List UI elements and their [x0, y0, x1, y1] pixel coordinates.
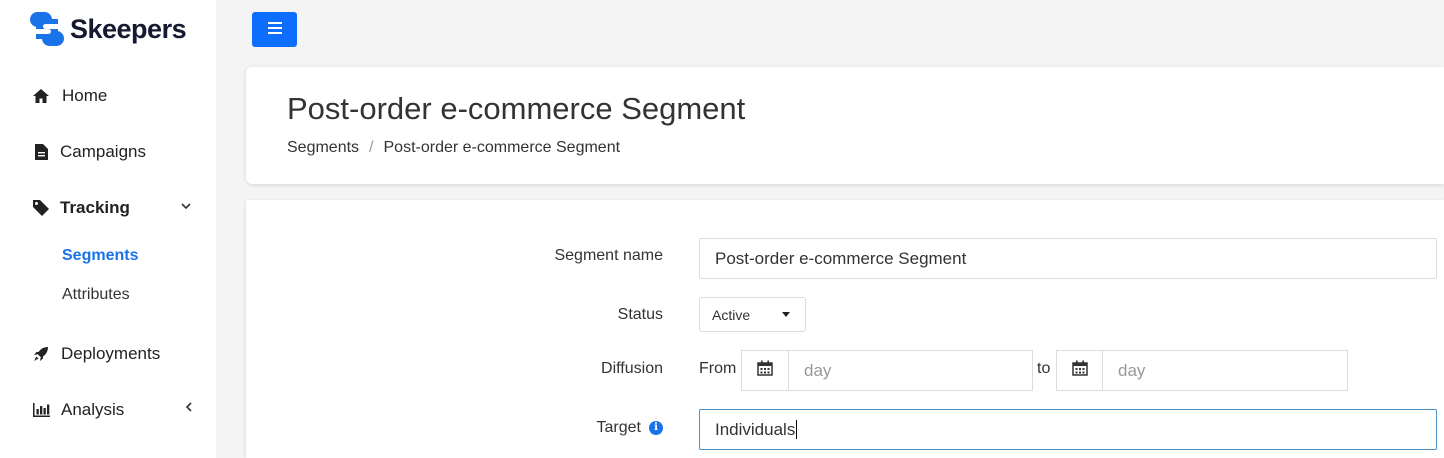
status-label: Status: [617, 306, 663, 323]
hamburger-icon: [267, 21, 282, 39]
caret-down-icon: [782, 312, 790, 317]
logo-text: Skeepers: [70, 13, 187, 44]
sidebar-item-campaigns[interactable]: Campaigns: [32, 142, 146, 162]
sidebar-item-deployments[interactable]: Deployments: [32, 344, 160, 364]
bar-chart-icon: [32, 401, 50, 419]
diffusion-label: Diffusion: [601, 360, 663, 377]
segment-name-input[interactable]: Post-order e-commerce Segment: [699, 238, 1437, 279]
sidebar: Skeepers Home Campaigns Tracking Segment…: [0, 0, 216, 458]
target-input[interactable]: Individuals: [699, 409, 1437, 450]
menu-toggle-button[interactable]: [252, 12, 297, 47]
page-title: Post-order e-commerce Segment: [287, 91, 746, 126]
sidebar-item-label: Home: [62, 86, 108, 105]
breadcrumb: Segments / Post-order e-commerce Segment: [287, 139, 620, 157]
sidebar-item-tracking[interactable]: Tracking: [32, 198, 130, 218]
chevron-down-icon[interactable]: [181, 198, 191, 213]
diffusion-to-label: to: [1037, 360, 1051, 377]
sidebar-item-label: Campaigns: [60, 142, 146, 161]
target-value: Individuals: [715, 419, 796, 439]
status-select-value: Active: [712, 306, 751, 323]
target-label: Target i: [597, 419, 663, 437]
sidebar-item-attributes[interactable]: Attributes: [62, 286, 130, 304]
sidebar-item-label: Deployments: [61, 344, 161, 363]
info-icon[interactable]: i: [649, 420, 663, 435]
breadcrumb-item-current: Post-order e-commerce Segment: [383, 139, 621, 156]
tag-icon: [32, 199, 50, 217]
breadcrumb-item-segments[interactable]: Segments: [287, 139, 359, 157]
segment-name-value: Post-order e-commerce Segment: [715, 248, 967, 268]
document-icon: [32, 143, 50, 161]
segment-name-label: Segment name: [554, 247, 663, 264]
sidebar-item-analysis[interactable]: Analysis: [32, 400, 124, 420]
status-select[interactable]: Active: [699, 297, 806, 332]
to-date-placeholder: day: [1118, 360, 1146, 380]
logo[interactable]: Skeepers: [30, 12, 187, 46]
to-date-calendar-button[interactable]: [1056, 350, 1103, 391]
from-date-placeholder: day: [804, 360, 832, 380]
from-date-calendar-button[interactable]: [741, 350, 788, 391]
home-icon: [32, 87, 50, 105]
chevron-left-icon[interactable]: [185, 400, 193, 415]
calendar-icon: [757, 360, 773, 381]
text-cursor: [796, 420, 798, 439]
sidebar-item-label: Analysis: [61, 400, 125, 419]
target-label-text: Target: [596, 419, 641, 436]
sidebar-item-segments[interactable]: Segments: [62, 247, 138, 265]
to-date-input[interactable]: day: [1102, 350, 1348, 391]
sidebar-item-home[interactable]: Home: [32, 86, 107, 106]
from-date-input[interactable]: day: [788, 350, 1033, 391]
calendar-icon: [1072, 360, 1088, 381]
breadcrumb-separator: /: [369, 139, 374, 156]
rocket-icon: [32, 345, 50, 363]
diffusion-from-label: From: [699, 360, 737, 377]
page-header: Post-order e-commerce Segment Segments /…: [246, 67, 1444, 184]
sidebar-item-label: Tracking: [60, 198, 130, 217]
skeepers-logo-icon: [30, 12, 64, 46]
segment-form: Segment name Post-order e-commerce Segme…: [246, 200, 1444, 458]
